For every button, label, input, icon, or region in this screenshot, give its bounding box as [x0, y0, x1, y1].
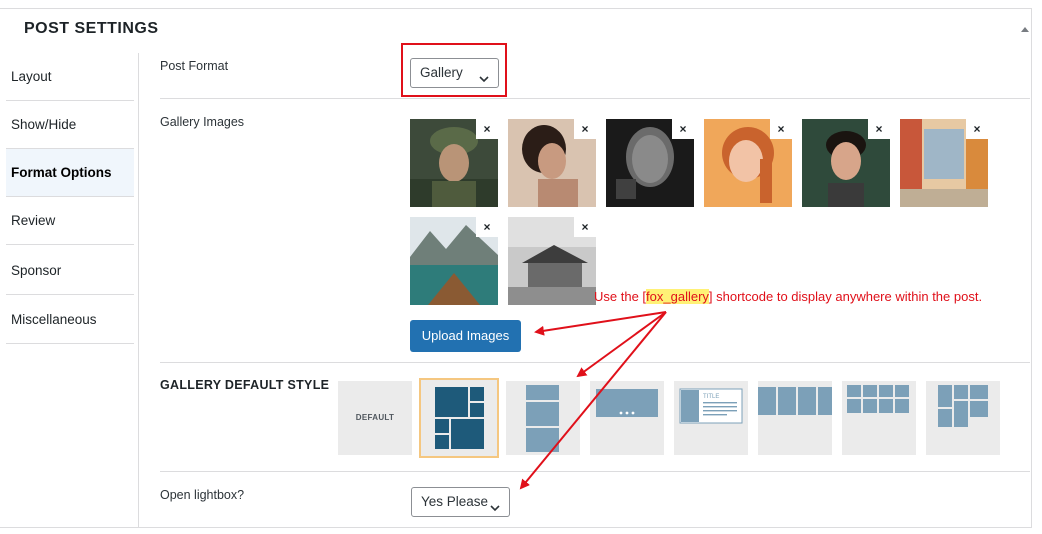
upload-images-button[interactable]: Upload Images [410, 320, 521, 352]
gallery-thumb-redhead[interactable]: × [704, 119, 792, 207]
gallery-thumb-soldier[interactable]: × [410, 119, 498, 207]
metro-layout-icon [435, 387, 484, 449]
open-lightbox-label: Open lightbox? [160, 488, 245, 502]
collapse-triangle-icon[interactable] [1018, 22, 1032, 36]
tab-miscellaneous[interactable]: Miscellaneous [6, 296, 134, 344]
remove-image-button[interactable]: × [672, 119, 694, 139]
stack-layout-icon [526, 385, 559, 452]
gallery-thumb-woman-dark-hair[interactable]: × [508, 119, 596, 207]
style-default-label: DEFAULT [355, 413, 395, 422]
style-option-default[interactable]: DEFAULT [338, 381, 412, 455]
divider [160, 98, 1030, 99]
open-lightbox-select[interactable]: Yes Please [411, 487, 510, 517]
tab-format-options[interactable]: Format Options [6, 149, 134, 197]
masonry-layout-icon [938, 385, 988, 427]
remove-image-button[interactable]: × [476, 217, 498, 237]
post-settings-panel: POST SETTINGS Layout Show/Hide Format Op… [0, 0, 1042, 534]
style-option-masonry[interactable] [926, 381, 1000, 455]
gallery-thumb-street[interactable]: × [900, 119, 988, 207]
settings-sidebar: Layout Show/Hide Format Options Review S… [0, 53, 139, 527]
tab-sponsor[interactable]: Sponsor [6, 247, 134, 295]
gallery-default-style-title: GALLERY DEFAULT STYLE [160, 378, 330, 392]
gallery-thumb-young-man[interactable]: × [802, 119, 890, 207]
divider [160, 362, 1030, 363]
gallery-images-label: Gallery Images [160, 115, 245, 129]
panel-bottom-border [0, 527, 1032, 528]
remove-image-button[interactable]: × [966, 119, 988, 139]
remove-image-button[interactable]: × [476, 119, 498, 139]
chevron-down-icon [489, 496, 501, 524]
post-format-value: Gallery [420, 65, 463, 80]
grid-layout-icon [847, 385, 909, 413]
style-option-metro[interactable] [419, 378, 499, 458]
style-option-slider[interactable] [590, 381, 664, 455]
tab-layout[interactable]: Layout [6, 53, 134, 101]
post-format-label: Post Format [160, 59, 229, 73]
row-layout-icon [758, 387, 832, 415]
gallery-thumb-lake-boat[interactable]: × [410, 217, 498, 305]
style-title-label: TITLE [703, 394, 719, 400]
remove-image-button[interactable]: × [868, 119, 890, 139]
shortcode-text: fox_gallery [646, 289, 709, 304]
gallery-thumb-bw-portrait[interactable]: × [606, 119, 694, 207]
panel-top-border [0, 8, 1032, 9]
title-card-layout-icon: TITLE [679, 388, 743, 424]
remove-image-button[interactable]: × [770, 119, 792, 139]
style-option-grid[interactable] [842, 381, 916, 455]
gallery-thumb-bw-house[interactable]: × [508, 217, 596, 305]
style-option-carousel-title[interactable]: TITLE [674, 381, 748, 455]
tab-review[interactable]: Review [6, 197, 134, 245]
shortcode-note: Use the [fox_gallery] shortcode to displ… [594, 289, 983, 304]
panel-title: POST SETTINGS [24, 20, 159, 37]
divider [160, 471, 1030, 472]
style-option-row[interactable] [758, 381, 832, 455]
remove-image-button[interactable]: × [574, 119, 596, 139]
style-option-stack[interactable] [506, 381, 580, 455]
remove-image-button[interactable]: × [574, 217, 596, 237]
panel-right-border [1031, 8, 1032, 528]
arrow-to-upload-button [534, 311, 667, 336]
chevron-down-icon [478, 67, 490, 95]
tab-show-hide[interactable]: Show/Hide [6, 101, 134, 149]
arrow-to-gallery-style [576, 311, 667, 378]
post-format-select[interactable]: Gallery [410, 58, 499, 88]
open-lightbox-value: Yes Please [421, 494, 489, 509]
slider-layout-icon [596, 389, 658, 417]
